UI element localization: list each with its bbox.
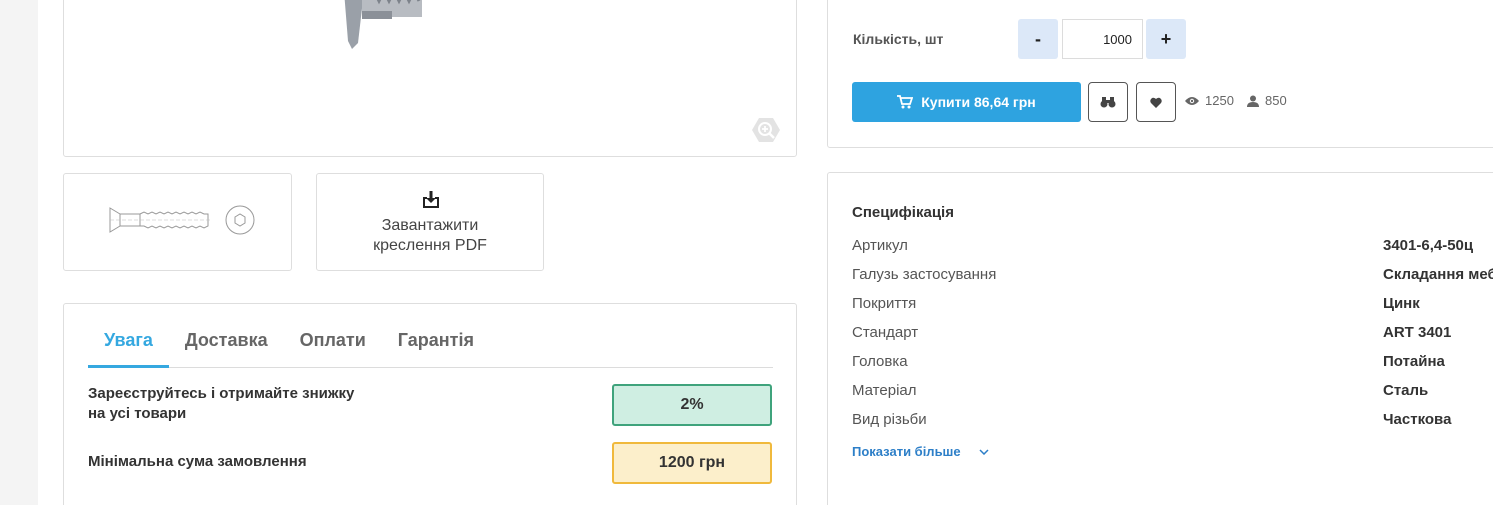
tab-bar: Увага Доставка Оплати Гарантія: [88, 304, 773, 368]
screw-drawing-image: [109, 205, 255, 235]
drawing-thumbnail[interactable]: [63, 173, 292, 271]
register-discount-text: Зареєструйтесь і отримайте знижку на усі…: [88, 384, 354, 424]
quantity-label: Кількість, шт: [853, 31, 944, 47]
product-image: [344, 0, 422, 49]
tab-warranty[interactable]: Гарантія: [382, 304, 490, 368]
download-pdf-label-line1: Завантажити: [381, 217, 479, 234]
spec-row: Галузь застосування Складання меб: [852, 266, 1493, 286]
spec-value: 3401-6,4-50ц: [1383, 237, 1474, 254]
spec-key: Артикул: [852, 237, 908, 254]
purchase-panel: Кількість, шт - + Купити 86,64 грн 12: [827, 0, 1493, 148]
tab-payment[interactable]: Оплати: [284, 304, 382, 368]
discount-badge: 2%: [612, 384, 772, 426]
spec-key: Матеріал: [852, 382, 917, 399]
register-discount-line2: на усі товари: [88, 405, 187, 422]
spec-value: Часткова: [1383, 411, 1452, 428]
spec-row: Головка Потайна: [852, 353, 1493, 373]
compare-button[interactable]: [1088, 82, 1128, 122]
spec-key: Вид різьби: [852, 411, 927, 428]
spec-row: Покриття Цинк: [852, 295, 1493, 315]
quantity-input[interactable]: [1062, 19, 1143, 59]
cart-icon: [897, 95, 914, 109]
spec-key: Стандарт: [852, 324, 919, 341]
spec-value: Складання меб: [1383, 266, 1493, 283]
spec-value: Цинк: [1383, 295, 1420, 312]
eye-icon: [1185, 96, 1199, 105]
tab-attention[interactable]: Увага: [88, 304, 169, 368]
register-discount-row: Зареєструйтесь і отримайте знижку на усі…: [88, 384, 773, 426]
quantity-decrease-button[interactable]: -: [1018, 19, 1058, 59]
specification-title: Специфікація: [852, 204, 954, 221]
views-count: 1250: [1205, 93, 1234, 108]
product-image-viewer[interactable]: [63, 0, 797, 157]
spec-row: Вид різьби Часткова: [852, 411, 1493, 431]
min-order-badge: 1200 грн: [612, 442, 772, 484]
specification-panel: Специфікація Артикул 3401-6,4-50ц Галузь…: [827, 172, 1493, 505]
spec-row: Артикул 3401-6,4-50ц: [852, 237, 1493, 257]
download-pdf-label-line2: креслення PDF: [373, 237, 487, 254]
spec-row: Стандарт ART 3401: [852, 324, 1493, 344]
register-discount-line1: Зареєструйтесь і отримайте знижку: [88, 385, 355, 402]
spec-value: ART 3401: [1383, 324, 1452, 341]
spec-key: Галузь застосування: [852, 266, 997, 283]
spec-value: Потайна: [1383, 353, 1445, 370]
buyers-counter: 850: [1247, 93, 1287, 108]
views-counter: 1250: [1185, 93, 1234, 108]
info-tabs-panel: Увага Доставка Оплати Гарантія Зареєстру…: [63, 303, 797, 505]
spec-value: Сталь: [1383, 382, 1429, 399]
left-gutter: [0, 0, 38, 505]
min-order-row: Мінімальна сума замовлення 1200 грн: [88, 442, 773, 484]
quantity-increase-button[interactable]: +: [1146, 19, 1186, 59]
compare-icon: [1100, 97, 1116, 108]
spec-row: Матеріал Сталь: [852, 382, 1493, 402]
buy-button[interactable]: Купити 86,64 грн: [852, 82, 1081, 122]
min-order-label: Мінімальна сума замовлення: [88, 453, 307, 470]
buyers-count: 850: [1265, 93, 1287, 108]
buy-button-label: Купити 86,64 грн: [921, 94, 1036, 110]
spec-key: Покриття: [852, 295, 917, 312]
chevron-down-icon: [979, 448, 989, 455]
tab-delivery[interactable]: Доставка: [169, 304, 284, 368]
download-pdf-button[interactable]: Завантажити креслення PDF: [316, 173, 544, 271]
zoom-icon[interactable]: [752, 116, 780, 144]
show-more-label: Показати більше: [852, 444, 961, 459]
heart-icon: [1150, 97, 1162, 108]
download-pdf-label: Завантажити креслення PDF: [317, 216, 543, 256]
spec-key: Головка: [852, 353, 908, 370]
download-icon: [423, 191, 439, 208]
show-more-link[interactable]: Показати більше: [852, 444, 989, 459]
user-icon: [1247, 95, 1259, 107]
favorite-button[interactable]: [1136, 82, 1176, 122]
